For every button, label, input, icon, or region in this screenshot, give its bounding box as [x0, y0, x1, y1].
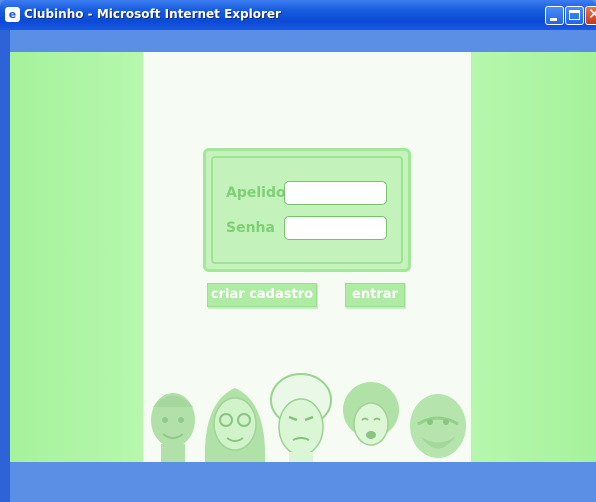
password-input[interactable] [284, 216, 387, 240]
nickname-input[interactable] [284, 181, 387, 205]
maximize-button[interactable] [565, 6, 584, 25]
characters-illustration [151, 373, 466, 462]
minimize-button[interactable] [545, 6, 564, 25]
enter-button[interactable]: entrar [345, 283, 405, 307]
right-side-panel [471, 52, 596, 462]
window-title: Clubinho - Microsoft Internet Explorer [24, 7, 281, 21]
close-icon: ✕ [588, 7, 596, 23]
title-bar[interactable]: e Clubinho - Microsoft Internet Explorer… [0, 0, 596, 30]
character-curly-hair [270, 373, 332, 462]
minimize-icon [550, 18, 557, 21]
bottom-bar [10, 462, 596, 502]
close-button[interactable]: ✕ [585, 6, 596, 25]
maximize-icon [569, 10, 580, 20]
create-account-button[interactable]: criar cadastro [207, 283, 317, 307]
character-afro-girl [343, 382, 399, 446]
ie-page-icon[interactable]: e [5, 7, 20, 22]
login-box-inner [211, 156, 403, 264]
password-label: Senha [226, 220, 275, 236]
character-bald-kid [151, 393, 195, 462]
left-side-panel [10, 52, 143, 462]
login-box [203, 148, 411, 272]
window-left-border [0, 30, 10, 502]
nickname-label: Apelido [226, 185, 286, 201]
character-girl-glasses [204, 388, 266, 462]
character-bearded-man [410, 394, 466, 458]
